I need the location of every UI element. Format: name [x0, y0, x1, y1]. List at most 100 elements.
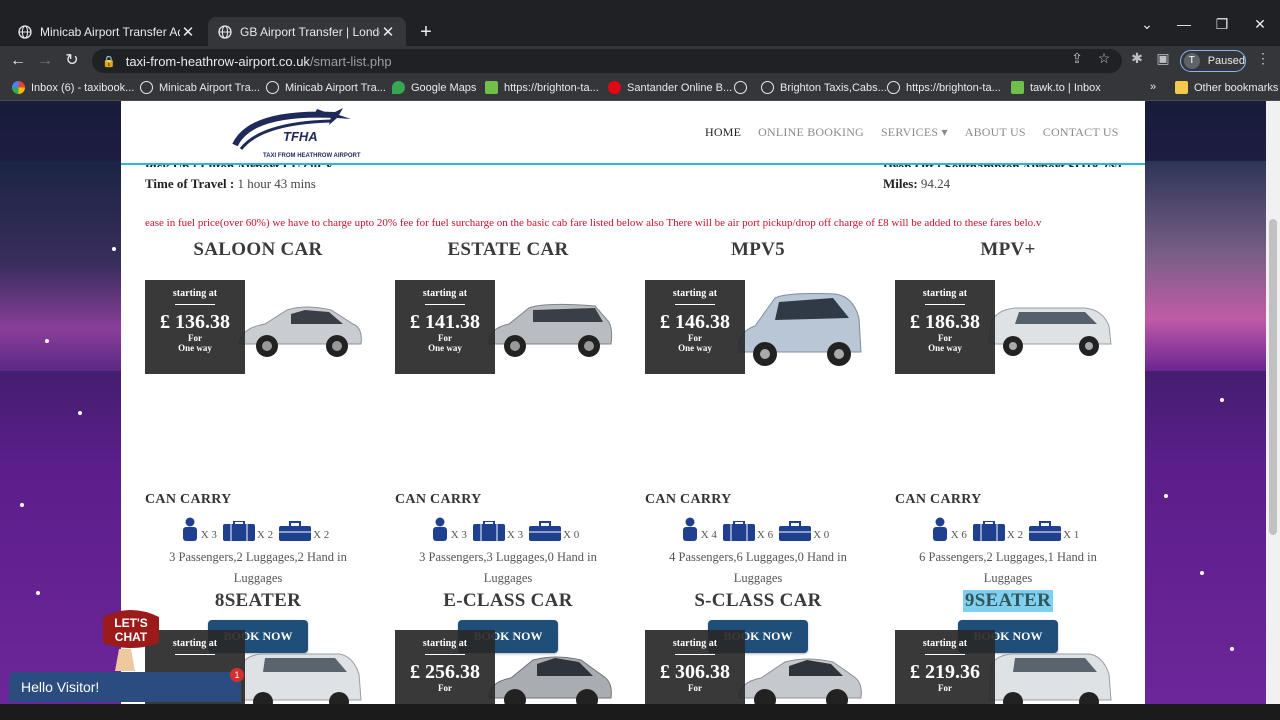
- bookmark-item[interactable]: Santander Online B...: [608, 81, 732, 94]
- can-carry-label: CAN CARRY: [895, 492, 982, 507]
- globe-icon: [140, 81, 153, 94]
- chat-greeting-bar[interactable]: Hello Visitor!: [9, 672, 241, 702]
- sparkle: [1220, 398, 1224, 402]
- nav-contact-us[interactable]: CONTACT US: [1043, 125, 1119, 140]
- nav-services[interactable]: SERVICES ▾: [881, 125, 948, 140]
- price-amount: £ 186.38: [910, 311, 980, 333]
- nav-online-booking[interactable]: ONLINE BOOKING: [758, 125, 864, 140]
- bookmark-star-icon[interactable]: ☆: [1095, 50, 1113, 67]
- bookmark-item[interactable]: Minicab Airport Tra...: [266, 81, 386, 94]
- restore-icon[interactable]: ❐: [1212, 16, 1232, 33]
- toolbar: ← → ↻ 🔒 taxi-from-heathrow-airport.co.uk…: [0, 46, 1280, 76]
- reload-icon[interactable]: ↻: [61, 50, 83, 72]
- sparkle: [45, 339, 49, 343]
- forward-icon[interactable]: →: [34, 50, 56, 72]
- bottom-bar: [0, 704, 1280, 720]
- google-icon: [12, 81, 25, 94]
- can-carry-label: CAN CARRY: [395, 492, 482, 507]
- share-icon[interactable]: ⇪: [1068, 50, 1086, 67]
- profile-button[interactable]: T Paused: [1180, 50, 1246, 72]
- side-panel-icon[interactable]: ▣: [1154, 50, 1172, 67]
- leaf-icon: [485, 81, 498, 94]
- maps-pin-icon: [392, 81, 405, 94]
- vehicle-image: starting at £ 219.36 For: [895, 630, 1121, 704]
- hand-luggage-icon: [779, 521, 812, 541]
- price-amount: £ 306.38: [660, 661, 730, 683]
- back-icon[interactable]: ←: [7, 50, 29, 72]
- tfha-logo[interactable]: TFHA TAXI FROM HEATHROW AIRPORT: [231, 105, 365, 161]
- price-amount: £ 141.38: [410, 311, 480, 333]
- bookmark-item[interactable]: Inbox (6) - taxibook...: [12, 81, 134, 94]
- leaf-icon: [1011, 81, 1024, 94]
- price-amount: £ 136.38: [160, 311, 230, 333]
- bookmarks-bar: Inbox (6) - taxibook... Minicab Airport …: [0, 76, 1280, 101]
- tab-admin[interactable]: Minicab Airport Transfer Admin ✕: [8, 17, 206, 47]
- vehicle-name: ESTATE CAR: [447, 239, 569, 260]
- price-amount: £ 219.36: [910, 661, 980, 683]
- address-bar[interactable]: 🔒 taxi-from-heathrow-airport.co.uk /smar…: [92, 49, 1122, 73]
- sparkle: [1230, 647, 1234, 651]
- vehicle-image: starting at £ 306.38 For: [645, 630, 871, 704]
- close-tab-icon[interactable]: ✕: [380, 23, 396, 41]
- vehicle-name: S-CLASS CAR: [694, 590, 822, 611]
- bookmark-item[interactable]: https://brighton-ta...: [887, 81, 1001, 94]
- bookmarks-overflow[interactable]: »: [1150, 81, 1156, 93]
- price-box: starting at £ 219.36 For: [895, 630, 995, 704]
- bookmark-item[interactable]: Minicab Airport Tra...: [140, 81, 260, 94]
- bookmark-item[interactable]: https://brighton-ta...: [485, 81, 599, 94]
- miles: Miles: 94.24: [883, 176, 951, 191]
- page-viewport: TFHA TAXI FROM HEATHROW AIRPORT HOME ONL…: [0, 101, 1266, 704]
- close-tab-icon[interactable]: ✕: [180, 23, 196, 41]
- hand-luggage-icon: [279, 521, 312, 541]
- passenger-icon: [682, 517, 697, 541]
- menu-icon[interactable]: ⋮: [1254, 50, 1272, 67]
- svg-text:CHAT: CHAT: [115, 630, 148, 644]
- bookmark-item[interactable]: tawk.to | Inbox: [1011, 81, 1101, 94]
- luggage-icon: [222, 521, 255, 541]
- estate-car-image: [488, 303, 613, 357]
- tab-gb-airport[interactable]: GB Airport Transfer | London Taxi ✕: [208, 17, 406, 47]
- tower-bridge-background-image: [1145, 161, 1266, 371]
- bookmark-item[interactable]: Brighton Taxis,Cabs...: [761, 81, 887, 94]
- passenger-icon: [932, 517, 947, 541]
- close-window-icon[interactable]: ✕: [1250, 16, 1270, 33]
- unread-count-badge: 1: [230, 668, 244, 682]
- other-bookmarks[interactable]: Other bookmarks: [1175, 81, 1278, 94]
- bookmark-item[interactable]: [734, 81, 753, 94]
- price-box: starting at £ 136.38 For One way: [145, 280, 245, 374]
- hand-luggage-icon: [1029, 521, 1062, 541]
- tab-search-icon[interactable]: ⌄: [1137, 16, 1157, 33]
- passenger-icon: [182, 517, 197, 541]
- capacity-icons: X 3 X 3 X 0: [395, 517, 621, 541]
- scrollbar-thumb[interactable]: [1269, 219, 1277, 535]
- tab-title: Minicab Airport Transfer Admin: [40, 25, 180, 39]
- passenger-icon: [432, 517, 447, 541]
- van-image: [988, 653, 1112, 704]
- globe-icon: [734, 81, 747, 94]
- svg-text:LET'S: LET'S: [114, 616, 148, 630]
- santander-icon: [608, 81, 621, 94]
- globe-icon: [266, 81, 279, 94]
- price-box: starting at £ 186.38 For One way: [895, 280, 995, 374]
- can-carry-label: CAN CARRY: [145, 492, 232, 507]
- bookmark-item[interactable]: Google Maps: [392, 81, 476, 94]
- price-box: starting at £ 306.38 For: [645, 630, 745, 704]
- extensions-icon[interactable]: ✱: [1128, 50, 1146, 67]
- minimize-icon[interactable]: —: [1174, 16, 1194, 32]
- nav-home[interactable]: HOME: [705, 125, 741, 140]
- vehicle-name: MPV5: [731, 239, 785, 260]
- price-amount: £ 146.38: [660, 311, 730, 333]
- hand-luggage-icon: [529, 521, 562, 541]
- lets-chat-badge[interactable]: LET'S CHAT: [97, 603, 165, 671]
- vehicle-name: SALOON CAR: [193, 239, 323, 260]
- sparkle: [36, 591, 40, 595]
- vertical-scrollbar[interactable]: [1266, 101, 1280, 704]
- new-tab-button[interactable]: +: [414, 20, 438, 44]
- can-carry-label: CAN CARRY: [645, 492, 732, 507]
- lock-icon: 🔒: [102, 55, 116, 68]
- vehicle-image: starting at £ 141.38 For One way: [395, 280, 621, 374]
- nav-about-us[interactable]: ABOUT US: [965, 125, 1026, 140]
- sparkle: [1200, 571, 1204, 575]
- svg-text:TFHA: TFHA: [283, 129, 318, 144]
- vehicle-image: starting at £ 186.38 For One way: [895, 280, 1121, 374]
